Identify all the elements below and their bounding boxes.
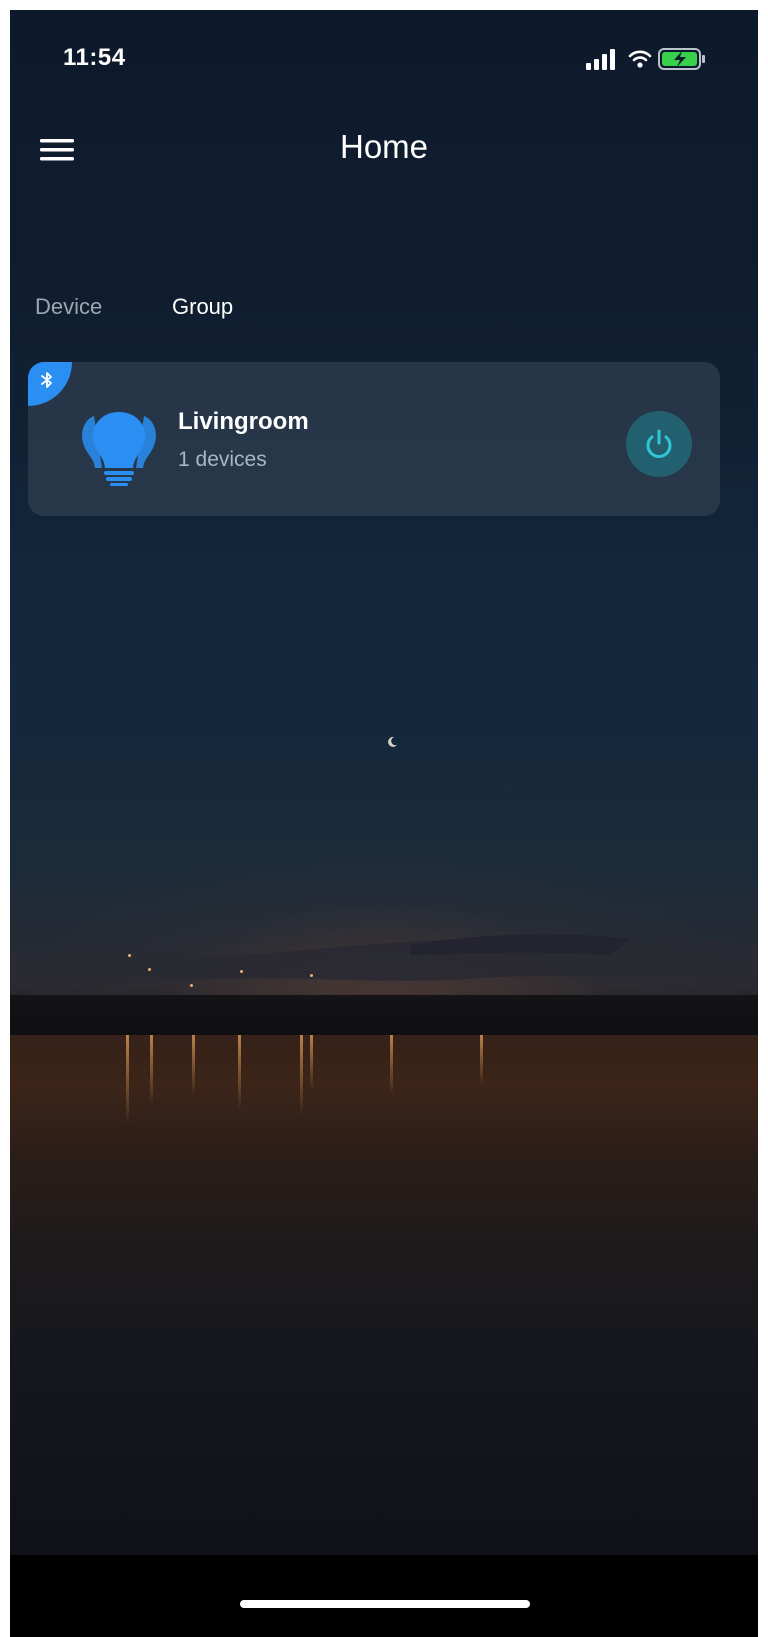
- bluetooth-icon: [41, 372, 52, 388]
- group-device-count: 1 devices: [178, 448, 267, 471]
- horizon-treeline: [10, 995, 758, 1035]
- group-name: Livingroom: [178, 408, 309, 435]
- status-time: 11:54: [63, 44, 126, 71]
- shore-light: [128, 954, 131, 957]
- moon-icon: [388, 736, 397, 747]
- app-screen: 11:54 Home Device Group Livingroom 1 dev…: [10, 10, 758, 1637]
- light-reflection: [480, 1035, 483, 1085]
- shore-light: [190, 984, 193, 987]
- status-bar: 11:54: [10, 10, 758, 100]
- light-reflection: [300, 1035, 303, 1115]
- home-indicator-bar: [10, 1555, 758, 1637]
- light-reflection: [192, 1035, 195, 1095]
- lake-water: [10, 1035, 758, 1555]
- wifi-icon: [628, 50, 652, 68]
- shore-light: [310, 974, 313, 977]
- shore-light: [240, 970, 243, 973]
- light-reflection: [310, 1035, 313, 1090]
- light-reflection: [126, 1035, 129, 1125]
- power-icon: [646, 429, 672, 458]
- tab-device[interactable]: Device: [35, 294, 102, 320]
- battery-charging-icon: [658, 48, 705, 70]
- tab-group[interactable]: Group: [172, 294, 233, 320]
- cloud-band: [10, 934, 758, 983]
- light-reflection: [238, 1035, 241, 1110]
- bulb-group-icon: [82, 412, 156, 486]
- shore-light: [148, 968, 151, 971]
- bluetooth-badge: [28, 362, 72, 406]
- power-button[interactable]: [626, 411, 692, 477]
- home-indicator[interactable]: [240, 1600, 530, 1608]
- signal-icon: [586, 49, 615, 70]
- group-card-livingroom[interactable]: Livingroom 1 devices: [28, 362, 720, 516]
- page-title: Home: [339, 128, 429, 165]
- light-reflection: [150, 1035, 153, 1105]
- light-reflection: [390, 1035, 393, 1095]
